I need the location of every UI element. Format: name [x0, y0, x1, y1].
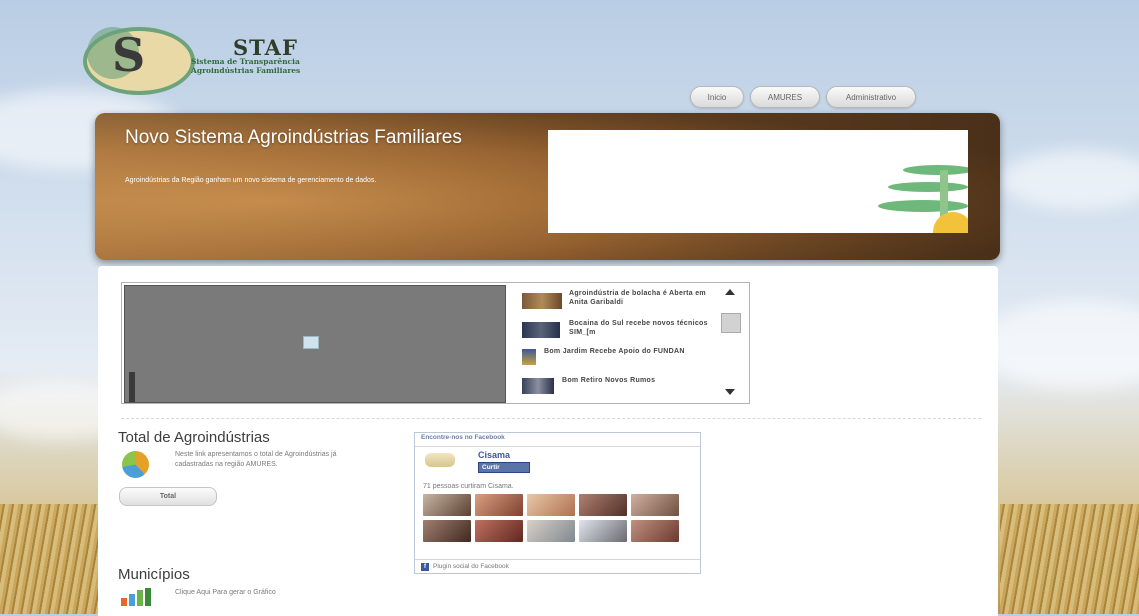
scroll-thumb[interactable] [721, 313, 741, 333]
scroll-up-icon[interactable] [725, 289, 735, 295]
content-panel: Agroindústria de bolacha é Aberta em Ani… [98, 266, 998, 616]
bar-chart-bar [121, 598, 127, 606]
facebook-footer-text: Plugin social do Facebook [433, 563, 509, 570]
avatar[interactable] [631, 520, 679, 542]
avatar[interactable] [475, 520, 523, 542]
scroll-down-icon[interactable] [725, 389, 735, 395]
municipios-chart-link[interactable]: Clique Aqui Para gerar o Gráfico [175, 588, 276, 598]
brand-subtitle-line2: Agroindústrias Familiares [191, 66, 301, 75]
staf-logo[interactable]: S [83, 25, 195, 95]
broken-image-icon [303, 336, 319, 349]
news-slider: Agroindústria de bolacha é Aberta em Ani… [121, 282, 750, 404]
avatar[interactable] [475, 494, 523, 516]
news-thumbnail [522, 378, 554, 394]
banner-title: Novo Sistema Agroindústrias Familiares [125, 127, 462, 148]
avatar[interactable] [579, 520, 627, 542]
avatar[interactable] [527, 520, 575, 542]
main-nav: Inicio AMURES Administrativo [690, 86, 916, 108]
municipios-section-title: Municípios [118, 566, 190, 583]
hero-banner: Novo Sistema Agroindústrias Familiares A… [95, 113, 1000, 260]
nav-button-amures[interactable]: AMURES [750, 86, 820, 108]
slide-indicator [129, 372, 135, 402]
facebook-likes-count: 71 pessoas curtiram Cisama. [423, 483, 514, 490]
total-button[interactable]: Total [119, 487, 217, 506]
banner-image [548, 130, 968, 233]
avatar[interactable] [579, 494, 627, 516]
facebook-faces [423, 494, 683, 542]
facebook-page-name[interactable]: Cisama [478, 450, 510, 460]
bar-chart-bar [129, 594, 135, 606]
brand-subtitle: Sistema de Transparência Agroindústrias … [191, 57, 300, 75]
section-divider [121, 418, 981, 419]
news-thumbnail [522, 322, 560, 338]
news-thumbnail [522, 293, 562, 309]
total-section-description: Neste link apresentamos o total de Agroi… [175, 451, 337, 468]
sun-shape [933, 212, 968, 233]
like-label: Curtir [482, 464, 500, 471]
avatar[interactable] [527, 494, 575, 516]
logo-letter: S [112, 28, 146, 82]
bar-chart-bar [145, 588, 151, 606]
bar-chart-icon [121, 588, 151, 606]
slideshow-area[interactable] [124, 285, 506, 403]
pie-chart-icon [122, 451, 149, 478]
facebook-plugin-footer[interactable]: f Plugin social do Facebook [415, 559, 700, 573]
wheat-field-right [1000, 504, 1139, 614]
facebook-icon: f [421, 563, 429, 571]
news-title: Bom Retiro Novos Rumos [562, 377, 656, 384]
avatar[interactable] [423, 494, 471, 516]
news-title: Bom Jardim Recebe Apoio do FUNDAN [544, 348, 685, 355]
news-list: Agroindústria de bolacha é Aberta em Ani… [514, 286, 744, 400]
brand-subtitle-line1: Sistema de Transparência [191, 57, 300, 66]
page-container: S STAF Sistema de Transparência Agroindú… [83, 0, 1005, 616]
tree-leaf [878, 200, 968, 212]
nav-button-administrativo[interactable]: Administrativo [826, 86, 916, 108]
bar-chart-bar [137, 590, 143, 606]
banner-text: Agroindústrias da Região ganham um novo … [125, 177, 377, 184]
wheat-field-left [0, 504, 100, 614]
facebook-like-box: Encontre-nos no Facebook Cisama Curtir 7… [414, 432, 701, 574]
facebook-like-button[interactable]: Curtir [478, 462, 530, 473]
news-scrollbar[interactable] [718, 285, 742, 399]
news-title: Bocaina do Sul recebe novos técnicos SIM… [569, 320, 708, 336]
facebook-box-header: Encontre-nos no Facebook [415, 433, 700, 447]
news-title: Agroindústria de bolacha é Aberta em Ani… [569, 290, 706, 306]
nav-button-inicio[interactable]: Inicio [690, 86, 744, 108]
avatar[interactable] [423, 520, 471, 542]
cisama-logo[interactable] [425, 453, 455, 467]
news-thumbnail [522, 349, 536, 365]
total-section-title: Total de Agroindústrias [118, 429, 270, 446]
avatar[interactable] [631, 494, 679, 516]
tree-leaf [888, 182, 968, 192]
tree-leaf [903, 165, 968, 175]
